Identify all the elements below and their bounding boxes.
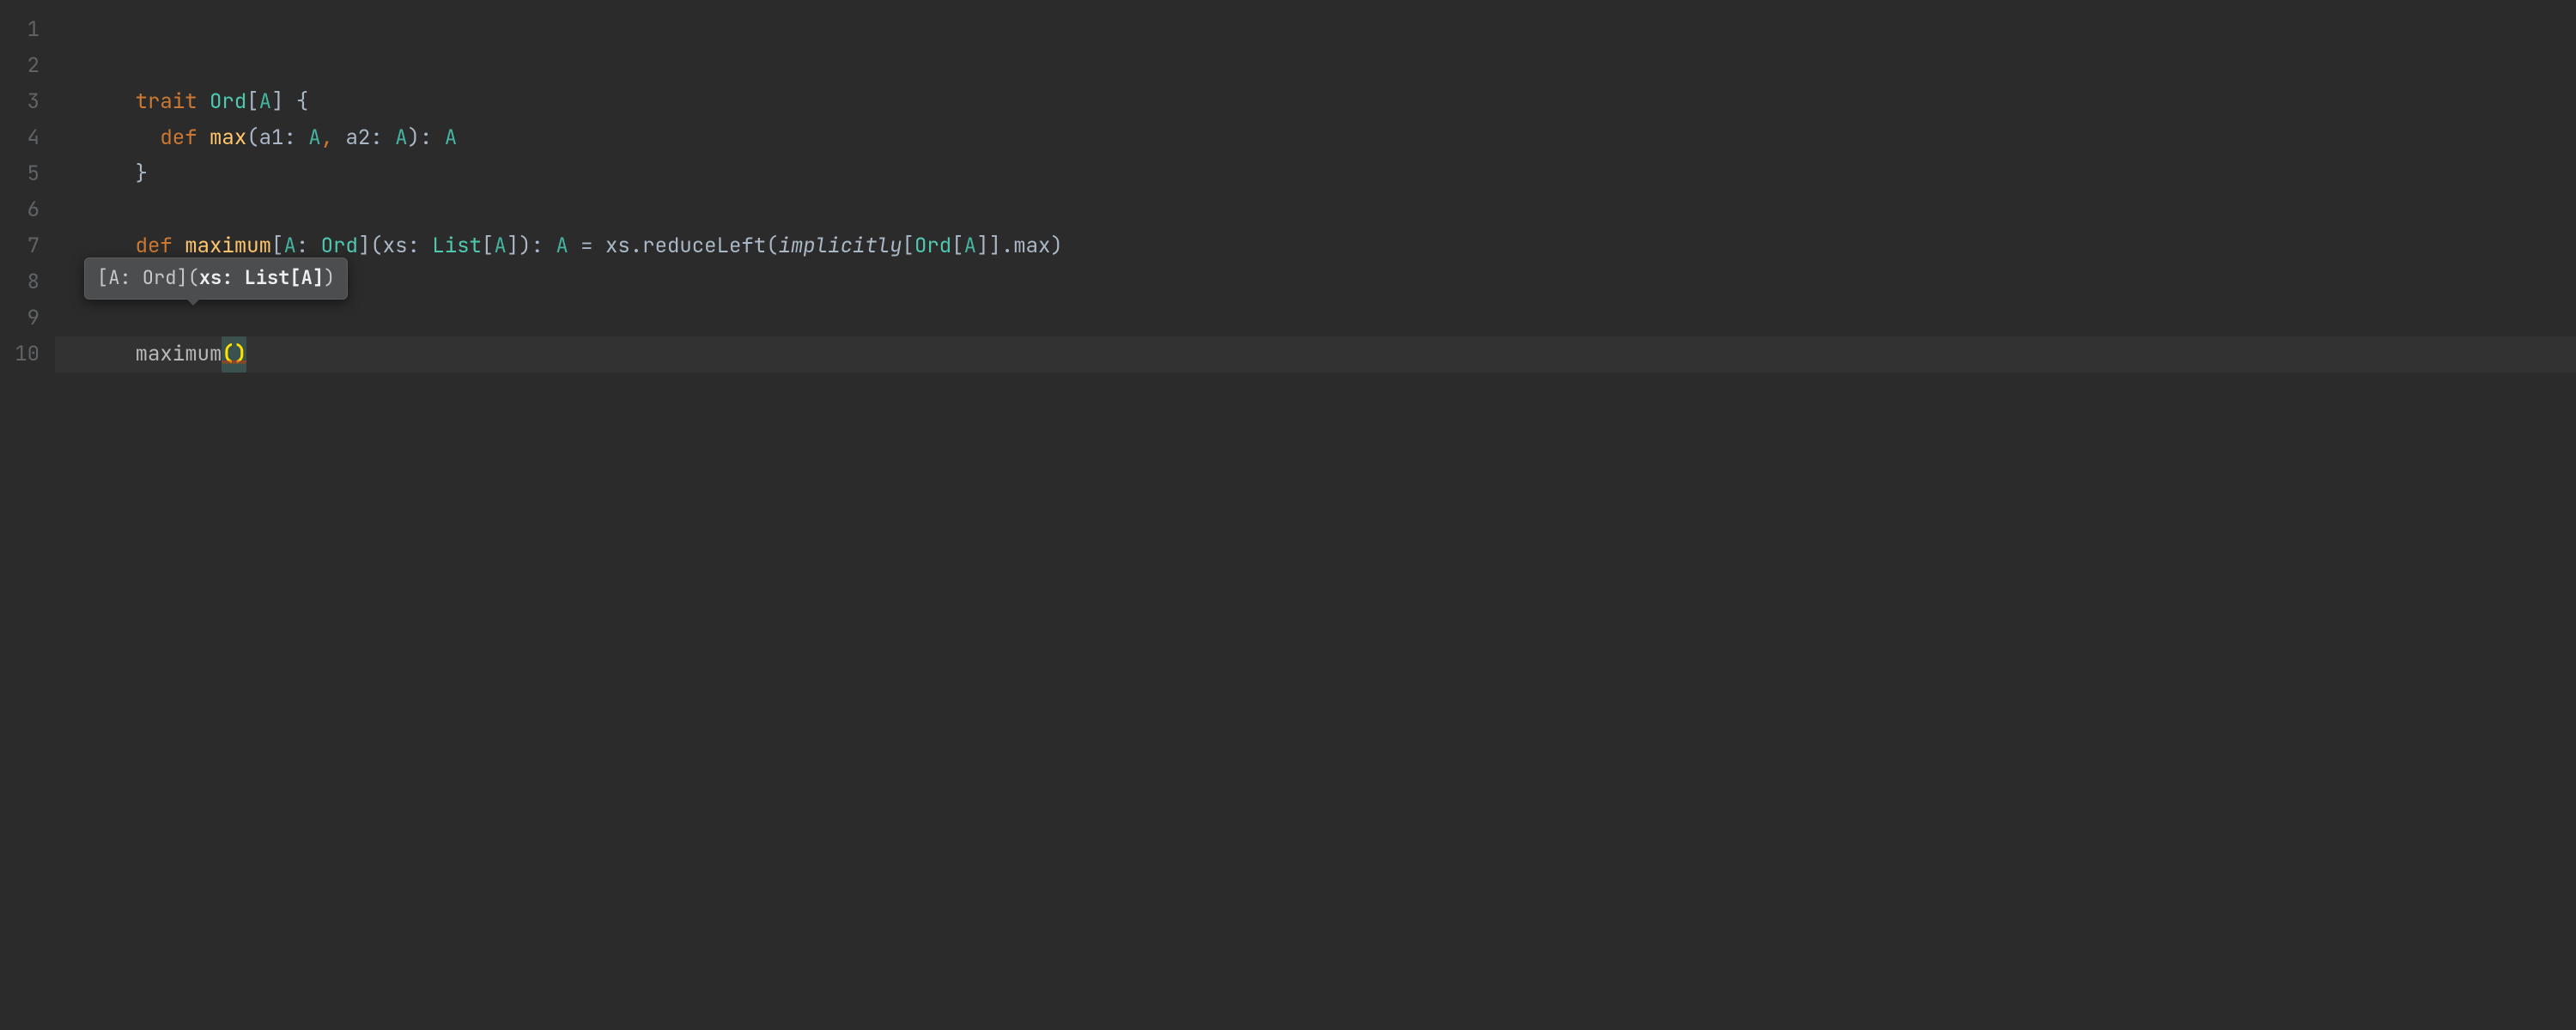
- code-line[interactable]: [55, 264, 2576, 300]
- type-a: A: [556, 233, 568, 259]
- type-a: A: [494, 233, 506, 259]
- method-max: max: [210, 124, 246, 151]
- bracket-close: ]: [988, 233, 1000, 259]
- colon: :: [420, 124, 445, 151]
- code-line[interactable]: [55, 192, 2576, 228]
- indent: [86, 341, 136, 367]
- indent: [86, 161, 136, 187]
- code-editor[interactable]: 1 2 3 4 5 6 7 8 9 10 trait Ord[A] { def …: [0, 0, 2576, 1030]
- type-a: A: [964, 233, 976, 259]
- method-reduceleft: reduceLeft: [642, 233, 766, 259]
- comma: ,: [321, 124, 333, 151]
- type-param-a: A: [259, 88, 271, 115]
- code-line[interactable]: [55, 300, 2576, 336]
- code-line[interactable]: [55, 48, 2576, 84]
- type-a: A: [445, 124, 457, 151]
- indent: [86, 88, 136, 115]
- bracket-close: ]: [271, 88, 283, 115]
- ident-xs: xs: [605, 233, 630, 259]
- line-number: 3: [0, 84, 55, 120]
- brace-close: }: [136, 161, 148, 187]
- brace-open: {: [296, 88, 308, 115]
- parameter-info-tooltip: [A: Ord](xs: List[A]): [84, 258, 348, 300]
- space: [333, 124, 345, 151]
- indent: [86, 124, 160, 151]
- equals: =: [568, 233, 605, 259]
- space: [173, 233, 185, 259]
- dot: .: [630, 233, 642, 259]
- code-line[interactable]: }: [55, 156, 2576, 192]
- type-list: List: [432, 233, 482, 259]
- paren-open-active: (: [222, 341, 234, 367]
- tooltip-suffix: ): [324, 265, 335, 290]
- paren-open: (: [766, 233, 778, 259]
- type-ord: Ord: [914, 233, 951, 259]
- bracket-close: ]: [358, 233, 370, 259]
- call-maximum: maximum: [136, 341, 222, 367]
- type-a: A: [308, 124, 320, 151]
- line-number: 6: [0, 192, 55, 228]
- paren-close: ): [519, 233, 531, 259]
- bracket-open: [: [271, 233, 283, 259]
- paren-open: (: [246, 124, 258, 151]
- method-max-ref: max: [1013, 233, 1050, 259]
- colon: :: [296, 233, 321, 259]
- bracket-open: [: [951, 233, 963, 259]
- paren-close: ): [408, 124, 420, 151]
- type-ord: Ord: [210, 88, 246, 115]
- type-a: A: [395, 124, 407, 151]
- bracket-open: [: [902, 233, 914, 259]
- paren-close-active: ): [234, 341, 246, 367]
- type-a: A: [283, 233, 295, 259]
- keyword-def: def: [136, 233, 173, 259]
- param-xs: xs: [383, 233, 408, 259]
- paren-open: (: [370, 233, 382, 259]
- space: [283, 88, 295, 115]
- indent: [86, 233, 136, 259]
- line-number: 9: [0, 300, 55, 336]
- bracket-close: ]: [507, 233, 519, 259]
- line-number: 2: [0, 48, 55, 84]
- code-line[interactable]: def max(a1: A, a2: A): A: [55, 120, 2576, 156]
- tooltip-prefix: [A: Ord](: [97, 265, 199, 290]
- code-line[interactable]: def maximum[A: Ord](xs: List[A]): A = xs…: [55, 228, 2576, 264]
- line-number: 1: [0, 12, 55, 48]
- colon: :: [283, 124, 308, 151]
- caret-parentheses: (): [222, 341, 246, 367]
- param-a1: a1: [259, 124, 284, 151]
- line-number: 8: [0, 264, 55, 300]
- code-area[interactable]: trait Ord[A] { def max(a1: A, a2: A): A …: [55, 0, 2576, 1030]
- keyword-trait: trait: [136, 88, 197, 115]
- line-number-gutter: 1 2 3 4 5 6 7 8 9 10: [0, 0, 55, 1030]
- bracket-open: [: [482, 233, 494, 259]
- keyword-def: def: [160, 124, 197, 151]
- bracket-open: [: [246, 88, 258, 115]
- code-line-current[interactable]: maximum(): [55, 336, 2576, 373]
- method-maximum: maximum: [185, 233, 271, 259]
- line-number: 5: [0, 156, 55, 192]
- line-number: 7: [0, 228, 55, 264]
- param-a2: a2: [345, 124, 370, 151]
- colon: :: [407, 233, 432, 259]
- implicitly-call: implicitly: [779, 233, 902, 259]
- code-line[interactable]: trait Ord[A] {: [55, 84, 2576, 120]
- colon: :: [532, 233, 556, 259]
- code-line[interactable]: [55, 12, 2576, 48]
- line-number: 4: [0, 120, 55, 156]
- bracket-close: ]: [976, 233, 988, 259]
- paren-close: ): [1050, 233, 1062, 259]
- line-number: 10: [0, 336, 55, 373]
- tooltip-current-param: xs: List[A]: [199, 265, 324, 290]
- type-ord: Ord: [321, 233, 358, 259]
- dot: .: [1001, 233, 1013, 259]
- colon: :: [370, 124, 395, 151]
